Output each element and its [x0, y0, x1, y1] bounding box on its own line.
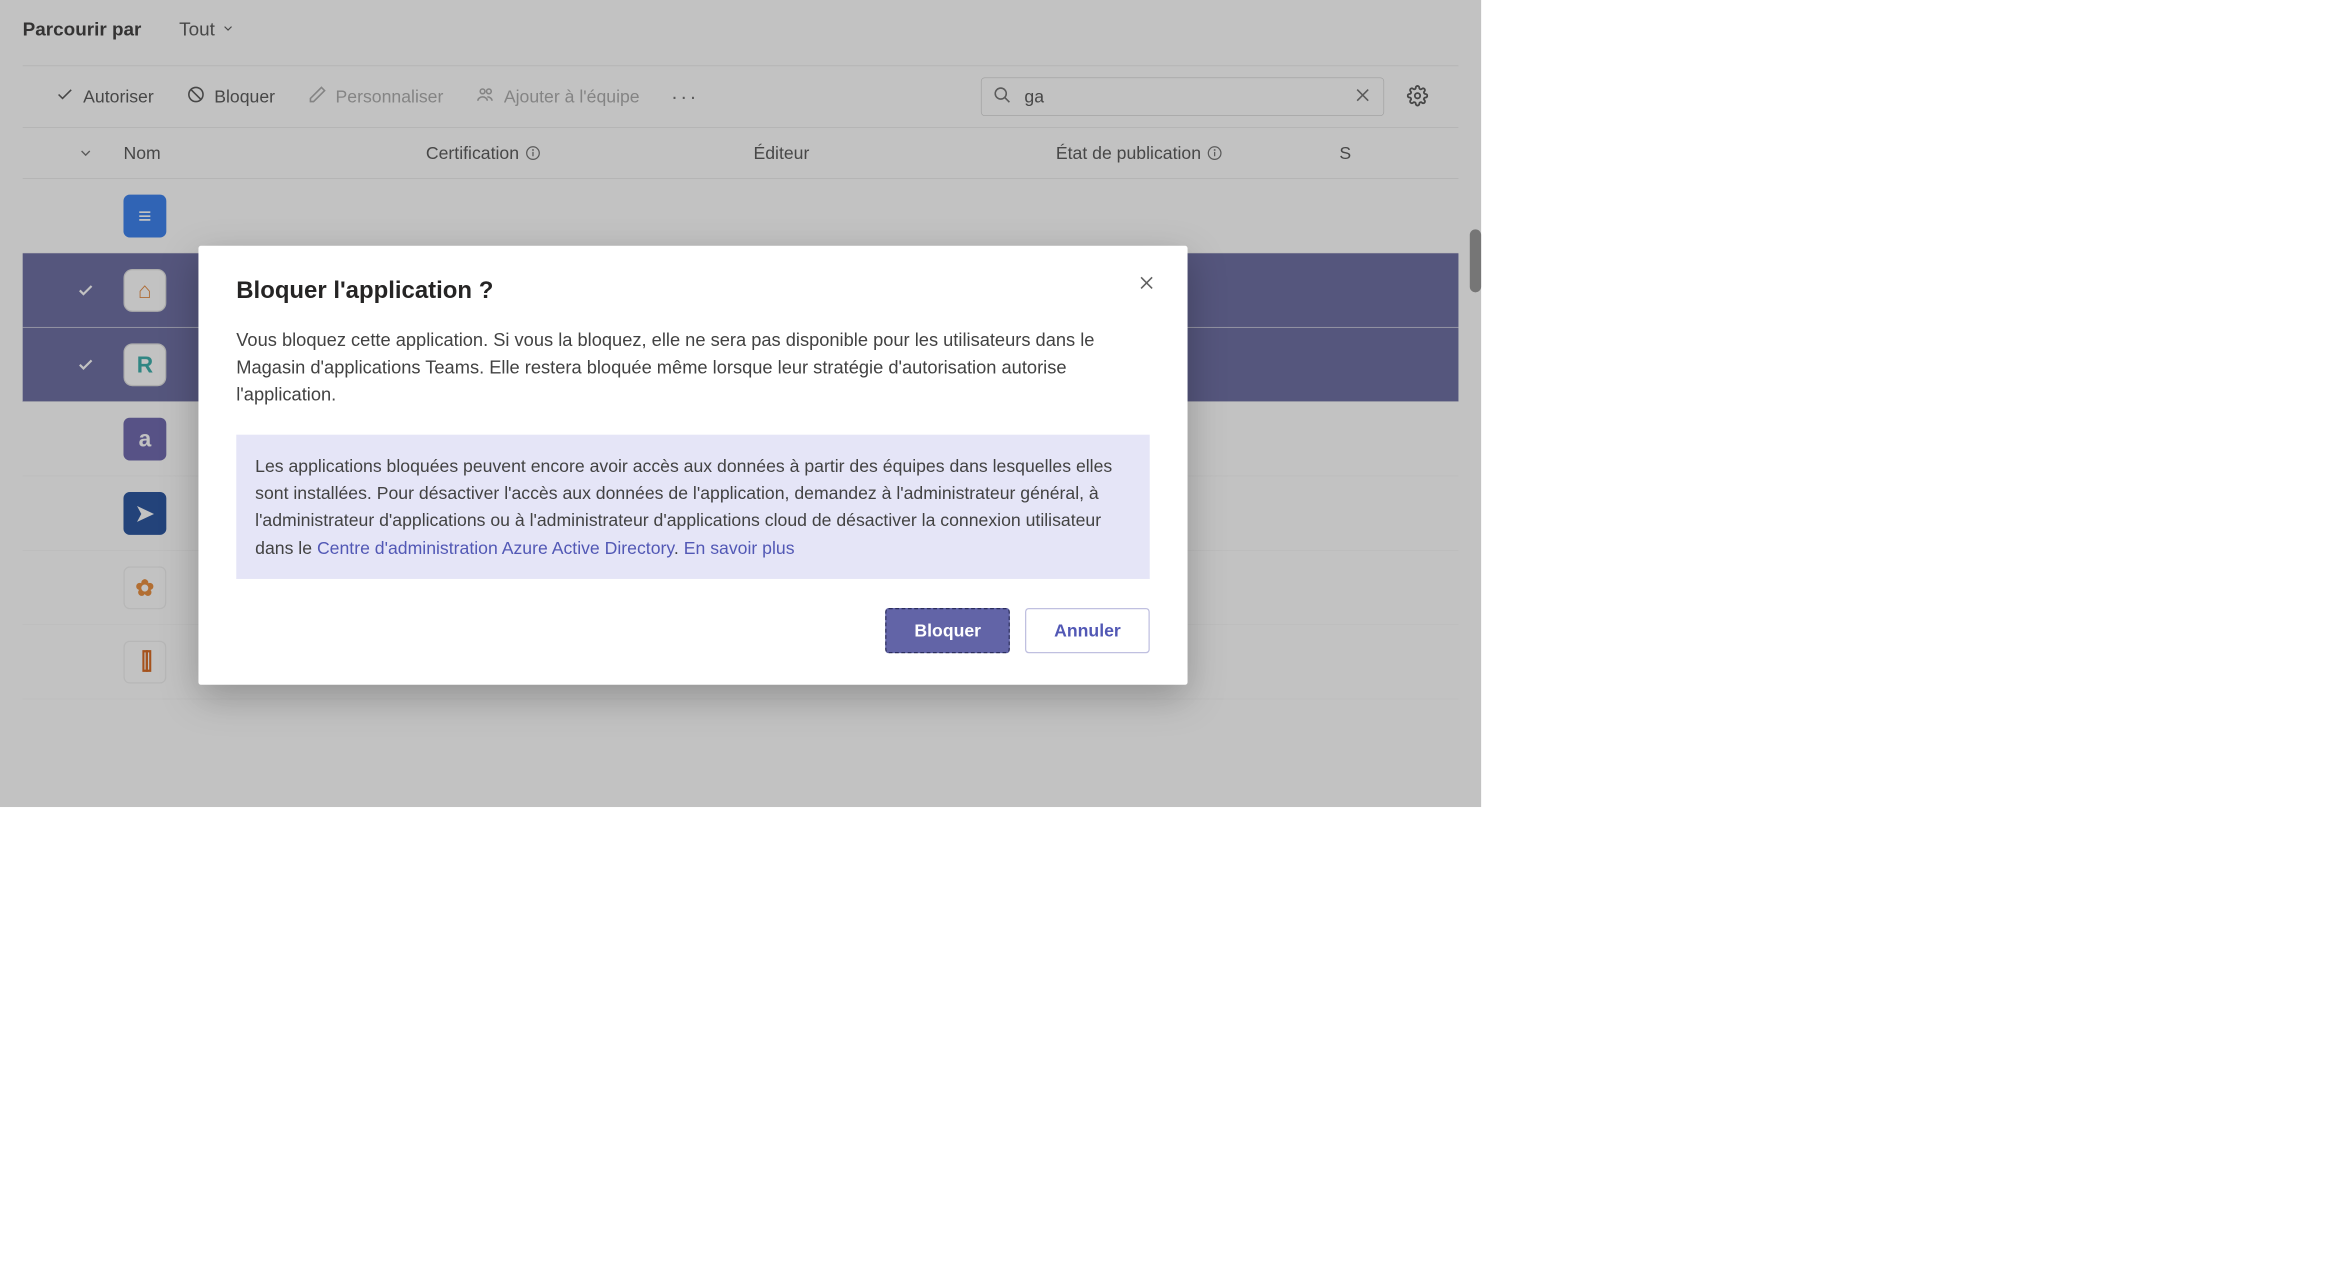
filter-dropdown[interactable]: Tout [160, 19, 235, 40]
confirm-block-button[interactable]: Bloquer [885, 608, 1010, 653]
column-certification[interactable]: Certification [426, 143, 754, 163]
app-icon: ⫿⫿ [123, 640, 166, 683]
authorize-label: Autoriser [83, 87, 154, 107]
action-toolbar: Autoriser Bloquer Personnaliser Ajouter … [23, 66, 1459, 128]
dialog-footer: Bloquer Annuler [236, 608, 1150, 653]
column-s[interactable]: S [1320, 143, 1433, 163]
learn-more-link[interactable]: En savoir plus [684, 538, 795, 558]
scrollbar-thumb[interactable] [1470, 229, 1481, 292]
people-icon [476, 85, 495, 108]
more-actions-button[interactable]: ··· [665, 85, 705, 108]
browse-label: Parcourir par [23, 19, 142, 40]
aad-admin-center-link[interactable]: Centre d'administration Azure Active Dir… [317, 538, 674, 558]
dialog-info-box: Les applications bloquées peuvent encore… [236, 434, 1150, 579]
app-icon: ➤ [123, 492, 166, 535]
select-all-toggle[interactable] [48, 145, 124, 161]
row-checkbox[interactable] [48, 281, 124, 299]
browse-header: Parcourir par Tout [0, 0, 1481, 66]
add-to-team-label: Ajouter à l'équipe [504, 87, 640, 107]
table-header: Nom Certification Éditeur État de public… [23, 128, 1459, 179]
chevron-down-icon [221, 19, 235, 40]
clear-search-icon[interactable] [1353, 86, 1372, 108]
info-sep: . [674, 538, 684, 558]
customize-label: Personnaliser [336, 87, 444, 107]
column-certification-label: Certification [426, 143, 519, 163]
app-icon: ⌂ [123, 269, 166, 312]
block-button[interactable]: Bloquer [179, 80, 283, 113]
add-to-team-button[interactable]: Ajouter à l'équipe [469, 80, 648, 113]
app-icon: a [123, 417, 166, 460]
search-icon [993, 86, 1012, 108]
column-publish-state-label: État de publication [1056, 143, 1201, 163]
search-box[interactable] [981, 77, 1384, 115]
gear-icon [1407, 99, 1428, 108]
filter-value: Tout [179, 19, 215, 40]
row-checkbox[interactable] [48, 356, 124, 374]
info-icon[interactable] [525, 146, 540, 161]
dialog-title: Bloquer l'application ? [236, 277, 1150, 304]
table-row[interactable]: ≡ [23, 179, 1459, 253]
check-icon [55, 85, 74, 108]
info-icon[interactable] [1207, 146, 1222, 161]
app-icon: ✿ [123, 566, 166, 609]
app-icon: ≡ [123, 194, 166, 237]
block-icon [187, 85, 206, 108]
settings-button[interactable] [1402, 80, 1434, 113]
block-app-dialog: Bloquer l'application ? Vous bloquez cet… [198, 246, 1187, 685]
pencil-icon [308, 85, 327, 108]
close-icon [1137, 284, 1156, 295]
cancel-button[interactable]: Annuler [1025, 608, 1150, 653]
column-name[interactable]: Nom [123, 143, 425, 163]
authorize-button[interactable]: Autoriser [48, 80, 161, 113]
customize-button[interactable]: Personnaliser [300, 80, 451, 113]
block-label: Bloquer [214, 87, 275, 107]
column-publish-state[interactable]: État de publication [1056, 143, 1321, 163]
close-dialog-button[interactable] [1137, 273, 1156, 295]
dialog-body-text: Vous bloquez cette application. Si vous … [236, 327, 1150, 409]
column-publisher[interactable]: Éditeur [753, 143, 1055, 163]
app-icon: R [123, 343, 166, 386]
search-input[interactable] [1024, 87, 1340, 107]
